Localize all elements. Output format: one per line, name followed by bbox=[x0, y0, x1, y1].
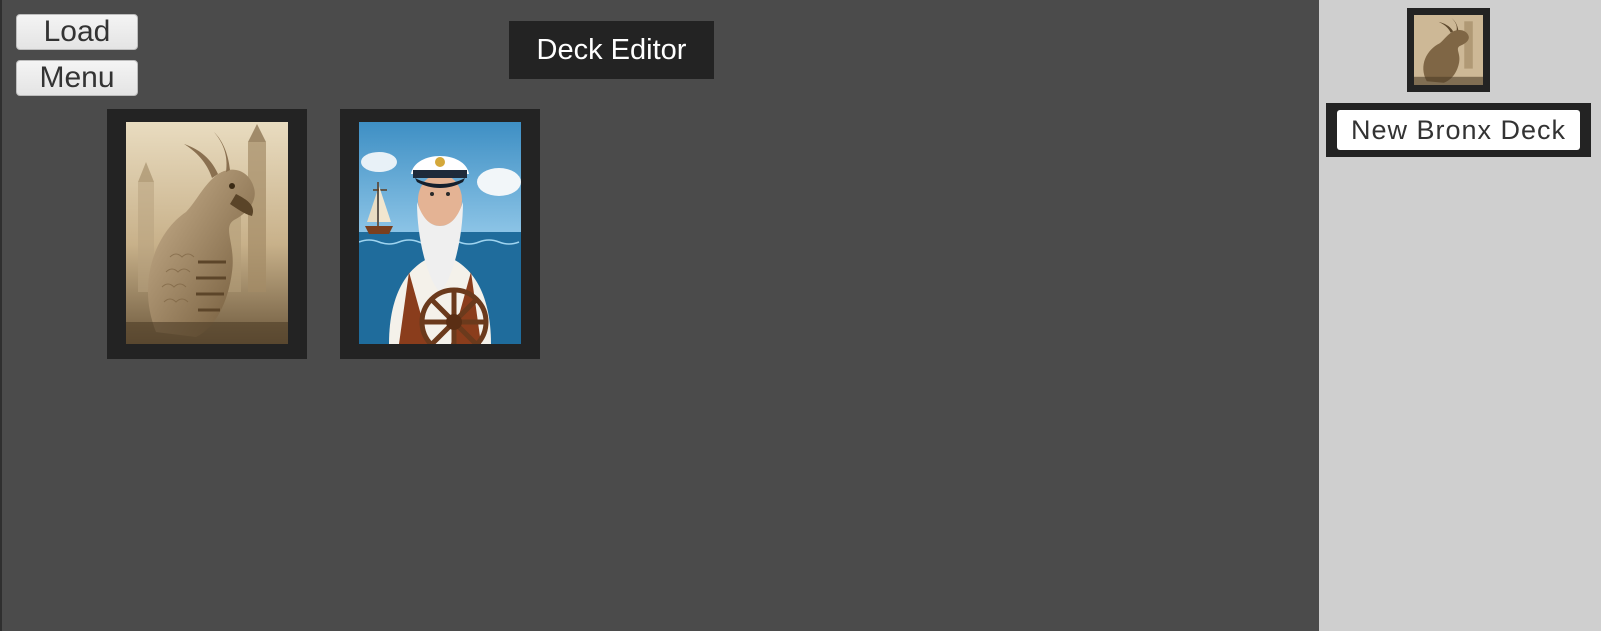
deck-name-input[interactable] bbox=[1337, 110, 1580, 150]
deck-side-panel bbox=[1319, 0, 1601, 631]
load-button[interactable]: Load bbox=[16, 14, 138, 50]
dragon-illustration-icon bbox=[1414, 15, 1483, 85]
deck-thumbnail[interactable] bbox=[1407, 8, 1490, 92]
page-title: Deck Editor bbox=[509, 21, 714, 79]
sea-captain-illustration-icon bbox=[359, 122, 521, 344]
dragon-illustration-icon bbox=[126, 122, 288, 344]
deck-name-frame bbox=[1326, 103, 1591, 157]
menu-button[interactable]: Menu bbox=[16, 60, 138, 96]
dragon-card[interactable] bbox=[107, 109, 307, 359]
captain-card[interactable] bbox=[340, 109, 540, 359]
